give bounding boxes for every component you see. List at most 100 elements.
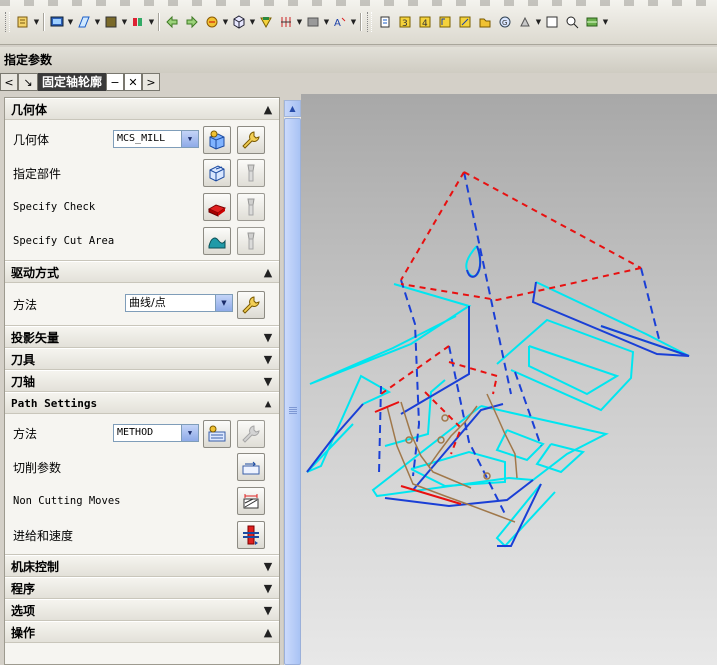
chevron-down-icon[interactable]: ▼ — [181, 131, 198, 147]
chevron-down-icon[interactable]: ▼ — [121, 13, 128, 31]
text-icon[interactable]: A — [331, 13, 349, 31]
panel-scrollbar[interactable]: ▲ — [283, 100, 301, 665]
info-icon[interactable] — [543, 13, 561, 31]
color-icon[interactable] — [102, 13, 120, 31]
cut-parameters-button[interactable] — [237, 453, 265, 481]
tab-next-button[interactable]: > — [142, 73, 161, 91]
path-method-select[interactable]: METHOD ▼ — [113, 424, 199, 442]
cut-params-label: 切削参数 — [13, 460, 62, 475]
specify-cut-area-button[interactable] — [203, 227, 231, 255]
tab-operation-title[interactable]: 固定轴轮廓 — [38, 73, 107, 91]
section-header-drive-method[interactable]: 驱动方式 ▲ — [5, 261, 279, 283]
filter-icon[interactable] — [203, 13, 221, 31]
section-body-drive-method: 方法 曲线/点 ▼ — [5, 283, 279, 326]
chevron-down-icon[interactable]: ▼ — [296, 13, 303, 31]
create-program-icon[interactable] — [376, 13, 394, 31]
drive-method-select[interactable]: 曲线/点 ▼ — [125, 294, 233, 312]
chevron-down-icon[interactable]: ▼ — [33, 13, 40, 31]
forward-arrow-icon[interactable] — [183, 13, 201, 31]
chevron-up-icon[interactable]: ▲ — [261, 625, 275, 639]
chevron-up-icon[interactable]: ▲ — [261, 265, 275, 279]
section-icon[interactable] — [75, 13, 93, 31]
wrench-icon — [242, 131, 260, 149]
section-title: 刀具 — [11, 352, 36, 367]
view-orient-icon[interactable] — [14, 13, 32, 31]
section-title: 操作 — [11, 625, 36, 640]
new-geometry-button[interactable] — [203, 126, 231, 154]
chevron-down-icon[interactable]: ▼ — [261, 352, 275, 366]
chevron-up-icon[interactable]: ▲ — [261, 396, 275, 410]
verify-icon[interactable] — [583, 13, 601, 31]
feeds-speeds-button[interactable] — [237, 521, 265, 549]
section-header-actions[interactable]: 操作 ▲ — [5, 621, 279, 643]
tab-prev-button[interactable]: < — [0, 73, 18, 91]
chevron-down-icon[interactable]: ▼ — [350, 13, 357, 31]
chevron-down-icon[interactable]: ▼ — [323, 13, 330, 31]
section-header-program[interactable]: 程序 ▼ — [5, 577, 279, 599]
display-part-button[interactable] — [237, 159, 265, 187]
section-header-tool-axis[interactable]: 刀轴 ▼ — [5, 370, 279, 392]
section-header-path-settings[interactable]: Path Settings ▲ — [5, 392, 279, 414]
chevron-down-icon[interactable]: ▼ — [261, 559, 275, 573]
chevron-down-icon[interactable]: ▼ — [535, 13, 542, 31]
chevron-down-icon[interactable]: ▼ — [148, 13, 155, 31]
specify-check-row: Specify Check — [5, 190, 279, 224]
create-method-icon[interactable] — [436, 13, 454, 31]
new-method-icon — [208, 425, 226, 442]
chevron-down-icon[interactable]: ▼ — [222, 13, 229, 31]
scroll-thumb[interactable] — [284, 118, 301, 665]
nav-method-icon[interactable] — [516, 13, 534, 31]
chevron-down-icon[interactable]: ▼ — [94, 13, 101, 31]
chevron-down-icon[interactable]: ▼ — [261, 603, 275, 617]
feeds-label: 进给和速度 — [13, 528, 74, 543]
toolbar-separator — [360, 13, 361, 31]
toolbar-grip[interactable] — [5, 12, 10, 32]
layer-icon[interactable] — [129, 13, 147, 31]
specify-check-button[interactable] — [203, 193, 231, 221]
section-header-machine-control[interactable]: 机床控制 ▼ — [5, 555, 279, 577]
create-geometry-icon[interactable]: 4 — [416, 13, 434, 31]
new-method-button[interactable] — [203, 420, 231, 448]
cube-icon[interactable] — [230, 13, 248, 31]
chevron-down-icon[interactable]: ▼ — [67, 13, 74, 31]
nav-program-icon[interactable] — [476, 13, 494, 31]
edit-method-button[interactable] — [237, 420, 265, 448]
chevron-down-icon[interactable]: ▼ — [215, 295, 232, 311]
minimize-button[interactable]: − — [106, 73, 125, 91]
section-header-projection-vector[interactable]: 投影矢量 ▼ — [5, 326, 279, 348]
zoom-icon[interactable] — [563, 13, 581, 31]
chevron-up-icon[interactable]: ▲ — [261, 102, 275, 116]
chevron-down-icon[interactable]: ▼ — [261, 330, 275, 344]
create-tool-icon[interactable]: 3 — [396, 13, 414, 31]
chevron-down-icon[interactable]: ▼ — [261, 374, 275, 388]
pin-icon[interactable]: ↘ — [18, 73, 38, 91]
point-icon[interactable] — [277, 13, 295, 31]
scroll-up-button[interactable]: ▲ — [284, 100, 301, 117]
section-body-path-settings: 方法 METHOD ▼ 切削参数 Non Cutting Moves 进给和速度 — [5, 414, 279, 555]
chevron-down-icon[interactable]: ▼ — [181, 425, 198, 441]
geometry-select[interactable]: MCS_MILL ▼ — [113, 130, 199, 148]
measure-icon[interactable] — [304, 13, 322, 31]
section-header-options[interactable]: 选项 ▼ — [5, 599, 279, 621]
section-header-geometry[interactable]: 几何体 ▲ — [5, 98, 279, 120]
chevron-down-icon[interactable]: ▼ — [261, 581, 275, 595]
edit-drive-method-button[interactable] — [237, 291, 265, 319]
non-cutting-moves-button[interactable] — [237, 487, 265, 515]
section-header-tool[interactable]: 刀具 ▼ — [5, 348, 279, 370]
nav-machine-icon[interactable]: G — [496, 13, 514, 31]
chevron-down-icon[interactable]: ▼ — [249, 13, 256, 31]
edit-geometry-button[interactable] — [237, 126, 265, 154]
display-icon[interactable] — [48, 13, 66, 31]
create-operation-icon[interactable] — [456, 13, 474, 31]
back-arrow-icon[interactable] — [163, 13, 181, 31]
toolbar-row: ▼ ▼ ▼ ▼ ▼ ▼ ▼ ▼ ▼ A ▼ 3 4 G ▼ ▼ — [2, 10, 609, 34]
display-cut-area-button[interactable] — [237, 227, 265, 255]
toolbar-grip[interactable] — [367, 12, 372, 32]
close-button[interactable]: ✕ — [124, 73, 143, 91]
display-check-button[interactable] — [237, 193, 265, 221]
graphics-viewport[interactable] — [301, 94, 717, 665]
snap-icon[interactable] — [257, 13, 275, 31]
non-cutting-moves-icon — [243, 494, 259, 509]
chevron-down-icon[interactable]: ▼ — [602, 13, 609, 31]
specify-part-button[interactable] — [203, 159, 231, 187]
